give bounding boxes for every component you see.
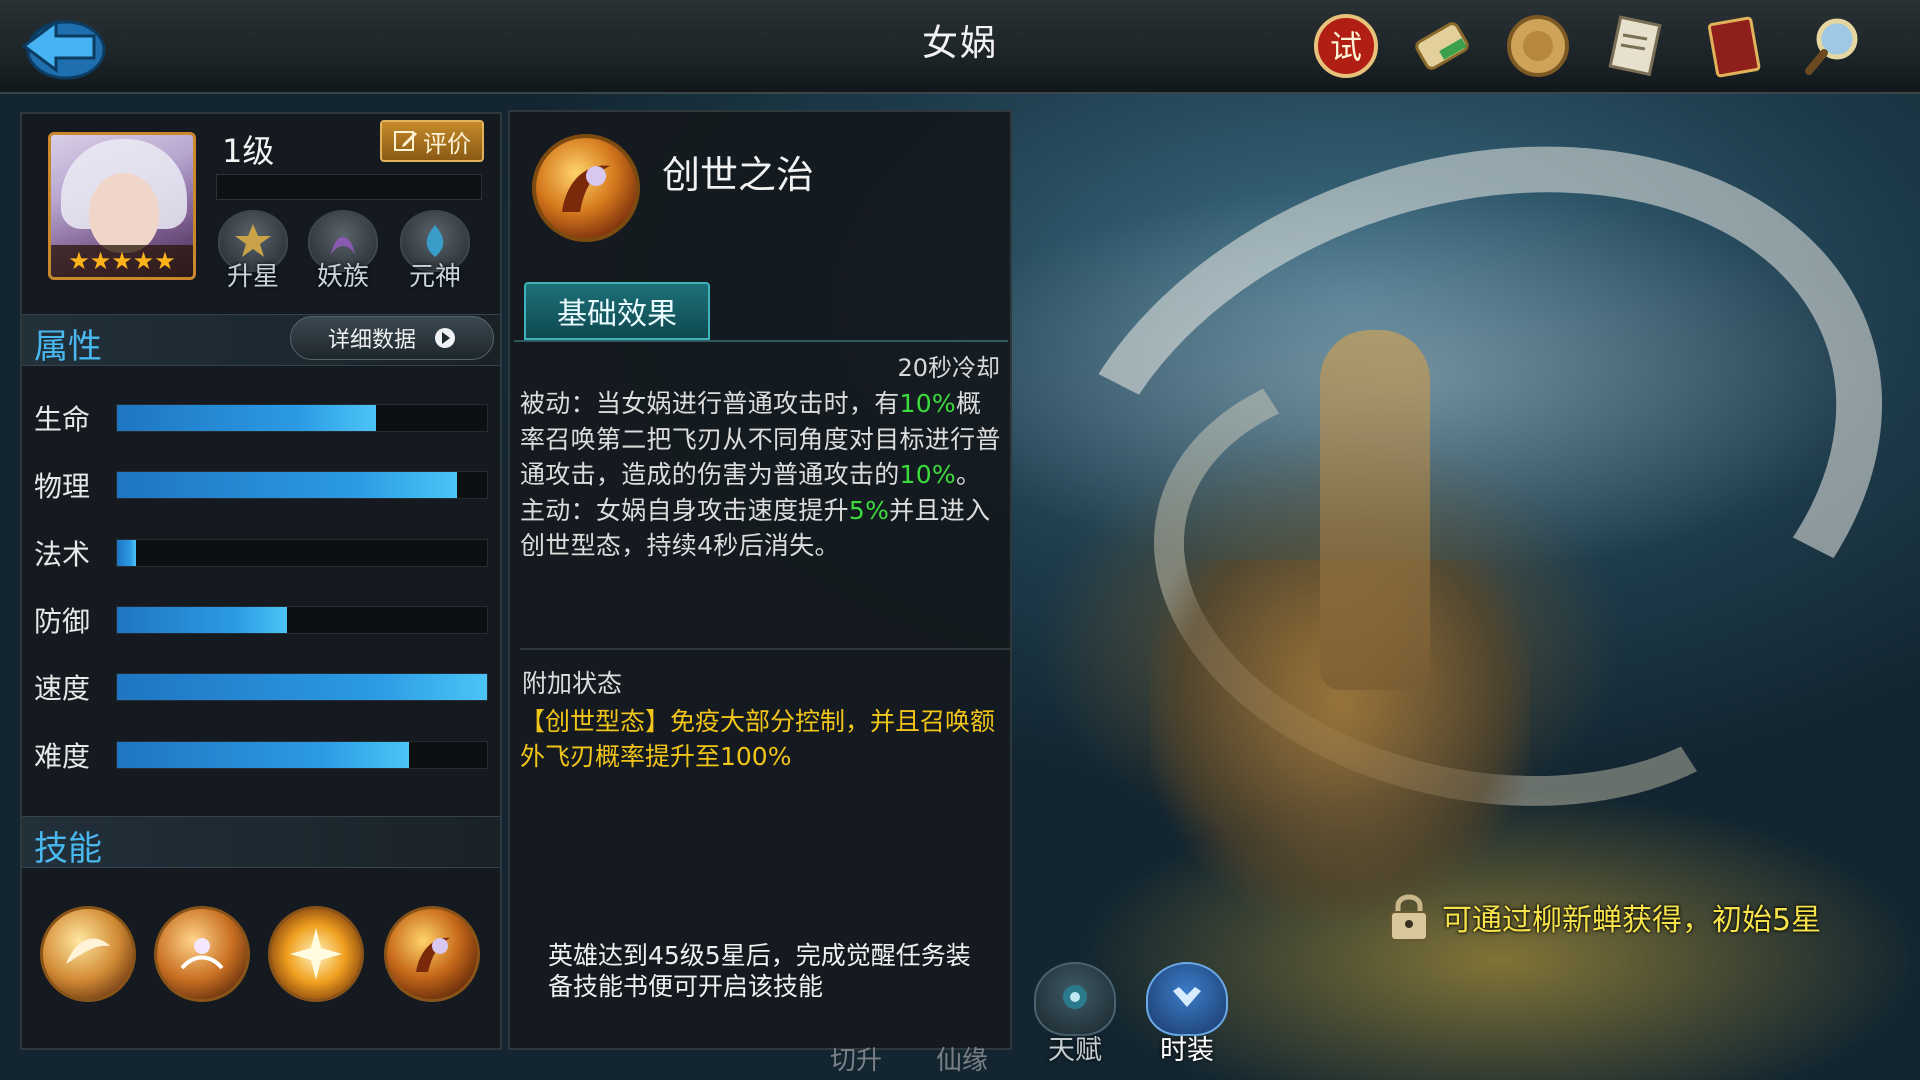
challenge-button[interactable]: 试 [1308,8,1384,84]
stat-name: 物理 [34,470,91,503]
creation-skill-icon [562,165,610,212]
svg-text:试: 试 [1330,28,1362,66]
badge-label: 升星 [226,262,279,292]
stat-track [116,539,488,567]
coin-button[interactable] [1500,8,1576,84]
handbook-icon [1707,16,1761,78]
desc-highlight: 10% [899,389,956,418]
skill-1-icon [66,938,110,964]
skill-4-icon [416,937,450,972]
stat-track [116,471,488,499]
section-divider [520,648,1010,650]
skills-title: 技能 [34,829,102,869]
stat-fill [117,742,410,768]
stat-row-difficulty: 难度 [34,735,494,773]
stat-fill [117,540,136,566]
faint-tab-upgrade: 切升 [830,1046,883,1076]
stat-name: 生命 [34,403,91,436]
stat-fill [117,607,288,633]
stat-row-speed: 速度 [34,667,494,705]
back-arrow-icon [21,19,106,80]
rate-button[interactable]: 评价 [380,120,484,162]
stat-name: 难度 [34,740,91,773]
unlock-requirement: 英雄达到45级5星后，完成觉醒任务装备技能书便可开启该技能 [548,941,971,1001]
tab-underline [514,340,1008,342]
stat-fill [117,405,376,431]
hero-portrait[interactable]: ★★★★★ [48,132,196,280]
stat-row-magic: 法术 [34,533,494,571]
skill-detail-panel [508,110,1012,1050]
skill-cooldown: 20秒冷却 [897,354,1000,382]
desc-highlight: 5% [848,495,890,525]
tab-label: 时装 [1160,1035,1214,1066]
search-button[interactable] [1794,8,1870,84]
hero-level: 1级 [222,132,275,170]
stat-row-physical: 物理 [34,465,494,503]
skill-2-icon [180,938,224,970]
coin-icon [1507,15,1569,77]
faint-tab-fate: 仙缘 [936,1046,989,1076]
stat-row-hp: 生命 [34,398,494,436]
star-rating: ★★★★★ [51,245,193,277]
detail-data-label: 详细数据 [327,328,416,353]
attributes-title: 属性 [34,327,102,367]
portrait-face [89,173,159,253]
stat-track [116,404,488,432]
stat-fill [117,472,458,498]
skill-slot-2[interactable] [154,906,250,1002]
lock-icon [1390,894,1428,941]
exp-bar [216,174,482,200]
tab-talent[interactable]: 天赋 [1030,962,1120,1066]
play-arrow-icon [435,328,455,348]
hero-source-info: 可通过柳新蝉获得，初始5星 [1386,890,1821,944]
magnifier-icon [1805,18,1858,75]
stat-track [116,741,488,769]
skills-header: 技能 [22,816,500,869]
artwork-figure [1320,330,1430,690]
skill-slot-3[interactable] [268,906,364,1002]
skill-3-icon [290,928,342,980]
stat-name: 速度 [34,672,91,705]
skill-description: 被动：当女娲进行普通攻击时，有10%概率召唤第二把飞刃从不同角度对目标进行普通攻… [520,386,1002,564]
stat-row-defense: 防御 [34,600,494,638]
notice-button[interactable] [1598,8,1674,84]
tab-label: 天赋 [1048,1035,1102,1066]
talent-icon [1034,962,1116,1036]
scroll-icon [1415,22,1469,70]
costume-icon [1146,962,1228,1036]
stat-name: 法术 [34,538,91,571]
skill-slot-4-selected[interactable] [384,906,480,1002]
spirit-badge[interactable]: 元神 [396,210,474,292]
stat-track [116,673,488,701]
upgrade-star-button[interactable]: 升星 [214,210,292,292]
stat-name: 防御 [34,605,91,638]
handbook-button[interactable] [1696,8,1772,84]
desc-text: 被动：当女娲进行普通攻击时，有 [520,389,900,418]
tab-base-effect[interactable]: 基础效果 [524,282,710,340]
source-text: 可通过柳新蝉获得，初始5星 [1442,903,1822,938]
notice-scroll-icon [1608,15,1662,77]
skill-slot-1[interactable] [40,906,136,1002]
stat-fill [117,674,487,700]
badge-label: 妖族 [316,262,369,292]
quest-scroll-button[interactable] [1404,8,1480,84]
badge-label: 元神 [408,262,461,292]
back-button[interactable] [14,8,110,86]
extra-state-description: 【创世型态】免疫大部分控制，并且召唤额外飞刃概率提升至100% [520,707,996,771]
desc-highlight: 10% [899,460,956,489]
race-badge[interactable]: 妖族 [304,210,382,292]
tab-costume[interactable]: 时装 [1142,962,1232,1066]
detail-data-button[interactable]: 详细数据 [290,316,494,360]
edit-icon [394,131,417,151]
skill-name: 创世之治 [662,153,815,197]
stat-track [116,606,488,634]
extra-state-title: 附加状态 [522,669,623,698]
page-title: 女娲 [921,23,998,64]
challenge-icon: 试 [1314,14,1378,78]
rate-label: 评价 [423,129,471,158]
top-bar: 女娲 试 [0,0,1920,94]
selected-skill-icon-frame [532,134,640,242]
